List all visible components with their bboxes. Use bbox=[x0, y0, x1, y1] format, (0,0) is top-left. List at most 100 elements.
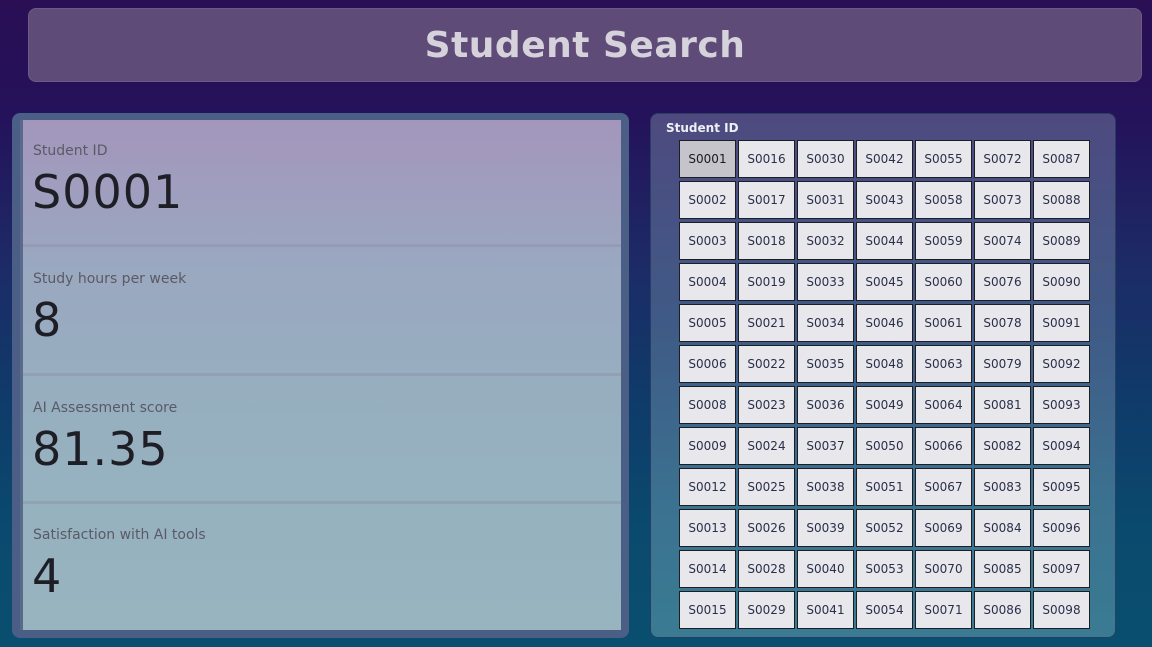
slicer-item-s0029[interactable]: S0029 bbox=[738, 591, 795, 629]
slicer-item-s0031[interactable]: S0031 bbox=[797, 181, 854, 219]
card-value: 8 bbox=[32, 293, 63, 347]
page-title: Student Search bbox=[424, 24, 746, 66]
slicer-item-s0037[interactable]: S0037 bbox=[797, 427, 854, 465]
slicer-item-s0004[interactable]: S0004 bbox=[679, 263, 736, 301]
slicer-item-s0063[interactable]: S0063 bbox=[915, 345, 972, 383]
slicer-item-s0064[interactable]: S0064 bbox=[915, 386, 972, 424]
slicer-item-s0009[interactable]: S0009 bbox=[679, 427, 736, 465]
slicer-item-s0051[interactable]: S0051 bbox=[856, 468, 913, 506]
slicer-item-s0044[interactable]: S0044 bbox=[856, 222, 913, 260]
slicer-item-s0066[interactable]: S0066 bbox=[915, 427, 972, 465]
slicer-item-s0070[interactable]: S0070 bbox=[915, 550, 972, 588]
slicer-item-s0038[interactable]: S0038 bbox=[797, 468, 854, 506]
slicer-item-s0016[interactable]: S0016 bbox=[738, 140, 795, 178]
slicer-item-s0098[interactable]: S0098 bbox=[1033, 591, 1090, 629]
slicer-item-s0008[interactable]: S0008 bbox=[679, 386, 736, 424]
slicer-item-s0034[interactable]: S0034 bbox=[797, 304, 854, 342]
slicer-grid: S0001 S0016 S0030 S0042 S0055 S0072 S0087 S0002… bbox=[679, 140, 1090, 629]
slicer-item-s0015[interactable]: S0015 bbox=[679, 591, 736, 629]
slicer-item-s0093[interactable]: S0093 bbox=[1033, 386, 1090, 424]
slicer-item-s0048[interactable]: S0048 bbox=[856, 345, 913, 383]
slicer-item-s0087[interactable]: S0087 bbox=[1033, 140, 1090, 178]
slicer-item-s0078[interactable]: S0078 bbox=[974, 304, 1031, 342]
slicer-item-s0086[interactable]: S0086 bbox=[974, 591, 1031, 629]
slicer-title: Student ID bbox=[666, 121, 739, 135]
slicer-item-s0097[interactable]: S0097 bbox=[1033, 550, 1090, 588]
card-value: S0001 bbox=[32, 165, 184, 219]
slicer-item-s0036[interactable]: S0036 bbox=[797, 386, 854, 424]
card-label: Satisfaction with AI tools bbox=[33, 527, 206, 543]
slicer-item-s0002[interactable]: S0002 bbox=[679, 181, 736, 219]
slicer-item-s0071[interactable]: S0071 bbox=[915, 591, 972, 629]
slicer-item-s0019[interactable]: S0019 bbox=[738, 263, 795, 301]
slicer-item-s0089[interactable]: S0089 bbox=[1033, 222, 1090, 260]
slicer-item-s0084[interactable]: S0084 bbox=[974, 509, 1031, 547]
slicer-item-s0012[interactable]: S0012 bbox=[679, 468, 736, 506]
student-id-slicer: Student ID S0001 S0016 S0030 S0042 S0055 S007… bbox=[650, 113, 1116, 638]
slicer-item-s0030[interactable]: S0030 bbox=[797, 140, 854, 178]
slicer-item-s0067[interactable]: S0067 bbox=[915, 468, 972, 506]
slicer-item-s0035[interactable]: S0035 bbox=[797, 345, 854, 383]
title-banner: Student Search bbox=[28, 8, 1142, 82]
slicer-item-s0091[interactable]: S0091 bbox=[1033, 304, 1090, 342]
slicer-item-s0061[interactable]: S0061 bbox=[915, 304, 972, 342]
slicer-item-s0021[interactable]: S0021 bbox=[738, 304, 795, 342]
study-hours-card: Study hours per week 8 bbox=[23, 247, 621, 376]
slicer-item-s0072[interactable]: S0072 bbox=[974, 140, 1031, 178]
slicer-item-s0082[interactable]: S0082 bbox=[974, 427, 1031, 465]
card-label: Study hours per week bbox=[33, 271, 187, 287]
slicer-item-s0003[interactable]: S0003 bbox=[679, 222, 736, 260]
slicer-item-s0083[interactable]: S0083 bbox=[974, 468, 1031, 506]
card-label: AI Assessment score bbox=[33, 400, 178, 416]
slicer-item-s0096[interactable]: S0096 bbox=[1033, 509, 1090, 547]
slicer-item-s0022[interactable]: S0022 bbox=[738, 345, 795, 383]
slicer-item-s0054[interactable]: S0054 bbox=[856, 591, 913, 629]
slicer-item-s0076[interactable]: S0076 bbox=[974, 263, 1031, 301]
slicer-item-s0055[interactable]: S0055 bbox=[915, 140, 972, 178]
slicer-item-s0026[interactable]: S0026 bbox=[738, 509, 795, 547]
card-value: 4 bbox=[32, 549, 63, 603]
slicer-item-s0074[interactable]: S0074 bbox=[974, 222, 1031, 260]
slicer-item-s0053[interactable]: S0053 bbox=[856, 550, 913, 588]
slicer-item-s0060[interactable]: S0060 bbox=[915, 263, 972, 301]
slicer-item-s0081[interactable]: S0081 bbox=[974, 386, 1031, 424]
slicer-item-s0006[interactable]: S0006 bbox=[679, 345, 736, 383]
student-details-panel: Student ID S0001 Study hours per week 8 … bbox=[12, 113, 629, 638]
satisfaction-card: Satisfaction with AI tools 4 bbox=[23, 504, 621, 630]
slicer-item-s0043[interactable]: S0043 bbox=[856, 181, 913, 219]
slicer-item-s0095[interactable]: S0095 bbox=[1033, 468, 1090, 506]
slicer-item-s0005[interactable]: S0005 bbox=[679, 304, 736, 342]
slicer-item-s0088[interactable]: S0088 bbox=[1033, 181, 1090, 219]
slicer-item-s0024[interactable]: S0024 bbox=[738, 427, 795, 465]
card-stack: Student ID S0001 Study hours per week 8 … bbox=[20, 120, 621, 630]
slicer-item-s0073[interactable]: S0073 bbox=[974, 181, 1031, 219]
slicer-item-s0045[interactable]: S0045 bbox=[856, 263, 913, 301]
slicer-item-s0046[interactable]: S0046 bbox=[856, 304, 913, 342]
slicer-item-s0017[interactable]: S0017 bbox=[738, 181, 795, 219]
slicer-item-s0085[interactable]: S0085 bbox=[974, 550, 1031, 588]
slicer-item-s0050[interactable]: S0050 bbox=[856, 427, 913, 465]
card-value: 81.35 bbox=[32, 422, 169, 476]
slicer-item-s0090[interactable]: S0090 bbox=[1033, 263, 1090, 301]
slicer-item-s0032[interactable]: S0032 bbox=[797, 222, 854, 260]
slicer-item-s0023[interactable]: S0023 bbox=[738, 386, 795, 424]
slicer-item-s0042[interactable]: S0042 bbox=[856, 140, 913, 178]
slicer-item-s0079[interactable]: S0079 bbox=[974, 345, 1031, 383]
slicer-item-s0049[interactable]: S0049 bbox=[856, 386, 913, 424]
slicer-item-s0025[interactable]: S0025 bbox=[738, 468, 795, 506]
slicer-item-s0018[interactable]: S0018 bbox=[738, 222, 795, 260]
slicer-item-s0052[interactable]: S0052 bbox=[856, 509, 913, 547]
slicer-item-s0014[interactable]: S0014 bbox=[679, 550, 736, 588]
slicer-item-s0001[interactable]: S0001 bbox=[679, 140, 736, 178]
slicer-item-s0039[interactable]: S0039 bbox=[797, 509, 854, 547]
slicer-item-s0033[interactable]: S0033 bbox=[797, 263, 854, 301]
slicer-item-s0041[interactable]: S0041 bbox=[797, 591, 854, 629]
slicer-item-s0059[interactable]: S0059 bbox=[915, 222, 972, 260]
slicer-item-s0094[interactable]: S0094 bbox=[1033, 427, 1090, 465]
slicer-item-s0069[interactable]: S0069 bbox=[915, 509, 972, 547]
slicer-item-s0013[interactable]: S0013 bbox=[679, 509, 736, 547]
slicer-item-s0058[interactable]: S0058 bbox=[915, 181, 972, 219]
slicer-item-s0092[interactable]: S0092 bbox=[1033, 345, 1090, 383]
slicer-item-s0040[interactable]: S0040 bbox=[797, 550, 854, 588]
slicer-item-s0028[interactable]: S0028 bbox=[738, 550, 795, 588]
